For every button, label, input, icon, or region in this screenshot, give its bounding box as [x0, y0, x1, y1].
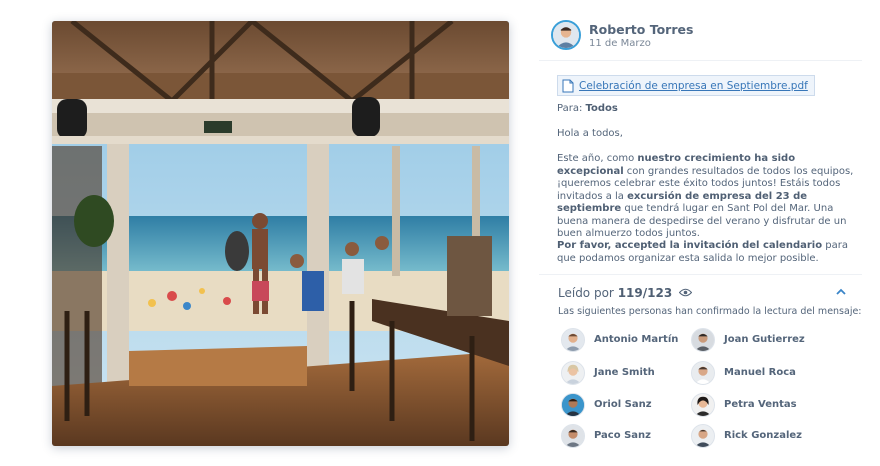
reader-item[interactable]: Jane Smith: [561, 361, 701, 387]
eye-icon: [678, 288, 693, 297]
reader-item[interactable]: Oriol Sanz: [561, 393, 701, 419]
reader-name: Antonio Martín: [594, 334, 679, 345]
reader-name: Oriol Sanz: [594, 399, 652, 410]
read-by-header[interactable]: Leído por 119/123: [558, 286, 693, 300]
post-photo[interactable]: [52, 21, 509, 446]
message-body: Este año, como nuestro crecimiento ha si…: [557, 153, 857, 241]
avatar: [691, 328, 715, 352]
divider: [539, 60, 862, 61]
beach-bar-photo-icon: [52, 21, 509, 446]
reader-name: Manuel Roca: [724, 367, 796, 378]
reader-item[interactable]: Rick Gonzalez: [691, 424, 831, 450]
reader-name: Jane Smith: [594, 367, 655, 378]
collapse-chevron-icon[interactable]: [836, 285, 846, 298]
reader-item[interactable]: Joan Gutierrez: [691, 328, 831, 354]
person-icon: [553, 22, 579, 48]
avatar: [691, 424, 715, 448]
reader-item[interactable]: Manuel Roca: [691, 361, 831, 387]
pdf-file-icon: [562, 79, 574, 92]
avatar: [561, 393, 585, 417]
reader-item[interactable]: Antonio Martín: [561, 328, 701, 354]
reader-item[interactable]: Petra Ventas: [691, 393, 831, 419]
reader-item[interactable]: Paco Sanz: [561, 424, 701, 450]
read-count: 119/123: [617, 286, 673, 300]
reader-name: Petra Ventas: [724, 399, 797, 410]
avatar: [561, 328, 585, 352]
divider: [539, 274, 862, 275]
avatar: [691, 361, 715, 385]
greeting: Hola a todos,: [557, 128, 623, 139]
reader-name: Rick Gonzalez: [724, 430, 802, 441]
read-by-subtitle: Las siguientes personas han confirmado l…: [558, 306, 862, 317]
avatar: [561, 424, 585, 448]
avatar: [561, 361, 585, 385]
attachment-link[interactable]: Celebración de empresa en Septiembre.pdf: [557, 75, 815, 96]
post-date: 11 de Marzo: [589, 38, 651, 49]
to-value: Todos: [585, 103, 618, 114]
closing-highlight: Por favor, accepted la invitación del ca…: [557, 240, 823, 251]
body-text: Este año, como: [557, 153, 638, 164]
message-closing: Por favor, accepted la invitación del ca…: [557, 240, 857, 265]
author-name[interactable]: Roberto Torres: [589, 22, 693, 37]
recipients: Para: Todos: [557, 103, 857, 116]
read-by-label: Leído por: [558, 286, 614, 300]
reader-name: Joan Gutierrez: [724, 334, 805, 345]
attachment-label: Celebración de empresa en Septiembre.pdf: [579, 79, 808, 92]
avatar: [691, 393, 715, 417]
author-avatar[interactable]: [551, 20, 581, 50]
reader-name: Paco Sanz: [594, 430, 651, 441]
message-panel: Roberto Torres 11 de Marzo Celebración d…: [533, 12, 868, 458]
to-label: Para:: [557, 103, 583, 114]
